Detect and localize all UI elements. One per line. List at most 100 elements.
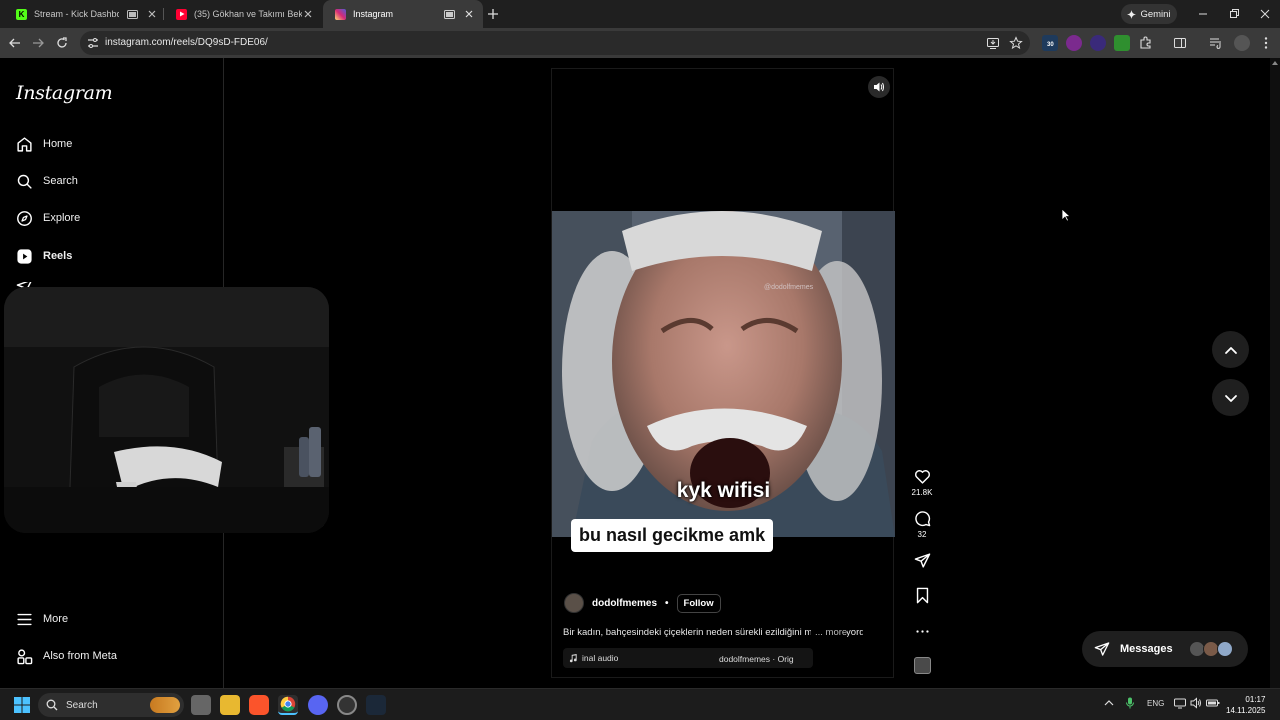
- like-button[interactable]: 21.8K: [908, 468, 936, 497]
- tab-youtube[interactable]: (35) Gökhan ve Takımı Bektaşi M: [164, 0, 322, 28]
- taskbar-search[interactable]: Search: [38, 693, 184, 717]
- tray-overflow-icon[interactable]: [1104, 699, 1114, 707]
- task-view-icon[interactable]: [191, 695, 211, 715]
- scroll-up-icon[interactable]: [1270, 58, 1280, 68]
- next-reel-button[interactable]: [1212, 379, 1249, 416]
- extension-counter-icon[interactable]: 30: [1042, 35, 1058, 51]
- browser-menu-icon[interactable]: [1258, 35, 1274, 51]
- gemini-label: Gemini: [1140, 8, 1171, 20]
- extension-green-icon[interactable]: [1114, 35, 1130, 51]
- file-explorer-icon[interactable]: [220, 695, 240, 715]
- clock-time: 01:17: [1245, 695, 1266, 704]
- microphone-icon[interactable]: [1126, 697, 1134, 709]
- nav-label: More: [43, 613, 69, 625]
- like-count: 21.8K: [911, 488, 933, 497]
- new-tab-icon[interactable]: [486, 7, 500, 21]
- language-indicator[interactable]: ENG: [1147, 699, 1164, 708]
- media-controls-icon[interactable]: [1208, 35, 1224, 51]
- save-button[interactable]: [908, 587, 936, 607]
- steam-icon[interactable]: [366, 695, 386, 715]
- url-text: instagram.com/reels/DQ9sD-FDE06/: [105, 37, 268, 48]
- discord-icon[interactable]: [308, 695, 328, 715]
- nav-label: Home: [43, 138, 73, 150]
- music-note-icon: [569, 653, 577, 662]
- nav-reels[interactable]: Reels: [16, 244, 72, 268]
- chevron-down-icon: [1224, 394, 1237, 402]
- instagram-icon: [335, 8, 346, 20]
- tab-kick[interactable]: K Stream - Kick Dashboard: [4, 0, 166, 28]
- battery-icon[interactable]: [1206, 697, 1220, 709]
- site-info-icon[interactable]: [86, 36, 100, 50]
- ellipsis-icon: [915, 630, 929, 633]
- back-icon[interactable]: [7, 35, 23, 51]
- brave-icon[interactable]: [249, 695, 269, 715]
- messages-label: Messages: [1120, 643, 1173, 655]
- windows-start-icon[interactable]: [12, 695, 32, 715]
- close-window-icon[interactable]: [1257, 6, 1273, 22]
- nav-label: Also from Meta: [43, 650, 117, 662]
- nav-also-from-meta[interactable]: Also from Meta: [16, 644, 117, 668]
- bookmark-star-icon[interactable]: [1009, 36, 1023, 50]
- reels-icon: [17, 248, 32, 264]
- chevron-up-icon: [1224, 346, 1237, 354]
- extension-twitch-icon[interactable]: [1090, 35, 1106, 51]
- install-app-icon[interactable]: [986, 36, 1000, 50]
- nav-explore[interactable]: Explore: [16, 206, 80, 230]
- gemini-button[interactable]: Gemini: [1121, 4, 1177, 24]
- instagram-logo[interactable]: Instagram: [16, 82, 113, 104]
- heart-icon: [914, 470, 930, 484]
- system-clock[interactable]: 01:17 14.11.2025: [1226, 694, 1265, 716]
- share-button[interactable]: [908, 552, 936, 572]
- extensions-puzzle-icon[interactable]: [1138, 35, 1154, 51]
- minimize-icon[interactable]: [1195, 6, 1211, 22]
- webcam-overlay: [4, 287, 329, 533]
- reel-owner: dodolfmemes • Follow: [564, 593, 721, 613]
- previous-reel-button[interactable]: [1212, 331, 1249, 368]
- messages-button[interactable]: Messages: [1082, 631, 1248, 667]
- nav-more[interactable]: More: [16, 607, 68, 631]
- close-tab-icon[interactable]: [463, 8, 475, 20]
- explore-icon: [17, 210, 32, 226]
- youtube-icon: [176, 8, 187, 20]
- home-icon: [17, 136, 32, 152]
- tab-instagram[interactable]: Instagram: [323, 0, 483, 28]
- extension-purple-icon[interactable]: [1066, 35, 1082, 51]
- tab-title: (35) Gökhan ve Takımı Bektaşi M: [194, 9, 302, 19]
- media-icon[interactable]: [444, 9, 455, 19]
- owner-username[interactable]: dodolfmemes: [592, 598, 657, 609]
- reel-container[interactable]: @dodolfmemes kyk wifisi bu nasıl gecikme…: [551, 68, 895, 678]
- obs-icon[interactable]: [337, 695, 357, 715]
- comment-button[interactable]: 32: [908, 510, 936, 539]
- close-tab-icon[interactable]: [146, 8, 158, 20]
- owner-avatar[interactable]: [564, 593, 584, 613]
- nav-home[interactable]: Home: [16, 132, 72, 156]
- media-icon[interactable]: [127, 9, 138, 19]
- side-panel-icon[interactable]: [1172, 35, 1188, 51]
- clock-date: 14.11.2025: [1226, 706, 1266, 715]
- restore-icon[interactable]: [1226, 6, 1242, 22]
- share-icon: [914, 553, 930, 568]
- audio-original[interactable]: dodolfmemes · Orig: [719, 654, 794, 664]
- chrome-icon[interactable]: [278, 695, 298, 715]
- forward-icon[interactable]: [30, 35, 46, 51]
- network-icon[interactable]: [1174, 697, 1186, 709]
- more-options-button[interactable]: [908, 623, 936, 643]
- audio-thumbnail[interactable]: [908, 657, 936, 674]
- reload-icon[interactable]: [54, 35, 70, 51]
- scrollbar[interactable]: [1270, 58, 1280, 688]
- address-bar[interactable]: instagram.com/reels/DQ9sD-FDE06/: [80, 31, 1030, 55]
- webcam-feed-image: [4, 287, 329, 533]
- nav-label: Search: [43, 175, 78, 187]
- nav-label: Reels: [43, 250, 73, 262]
- follow-button[interactable]: Follow: [676, 593, 721, 613]
- menu-icon: [17, 613, 32, 625]
- more-link[interactable]: ... more: [811, 627, 848, 638]
- browser-toolbar: instagram.com/reels/DQ9sD-FDE06/ 30: [0, 28, 1280, 58]
- nav-search[interactable]: Search: [16, 169, 78, 193]
- volume-icon[interactable]: [1190, 697, 1202, 709]
- close-tab-icon[interactable]: [302, 8, 314, 20]
- mute-button[interactable]: [868, 76, 890, 98]
- profile-avatar[interactable]: [1234, 35, 1250, 51]
- taskbar-search-label: Search: [66, 699, 98, 711]
- instagram-page: Instagram Home Search Explore Reels More…: [0, 58, 1280, 688]
